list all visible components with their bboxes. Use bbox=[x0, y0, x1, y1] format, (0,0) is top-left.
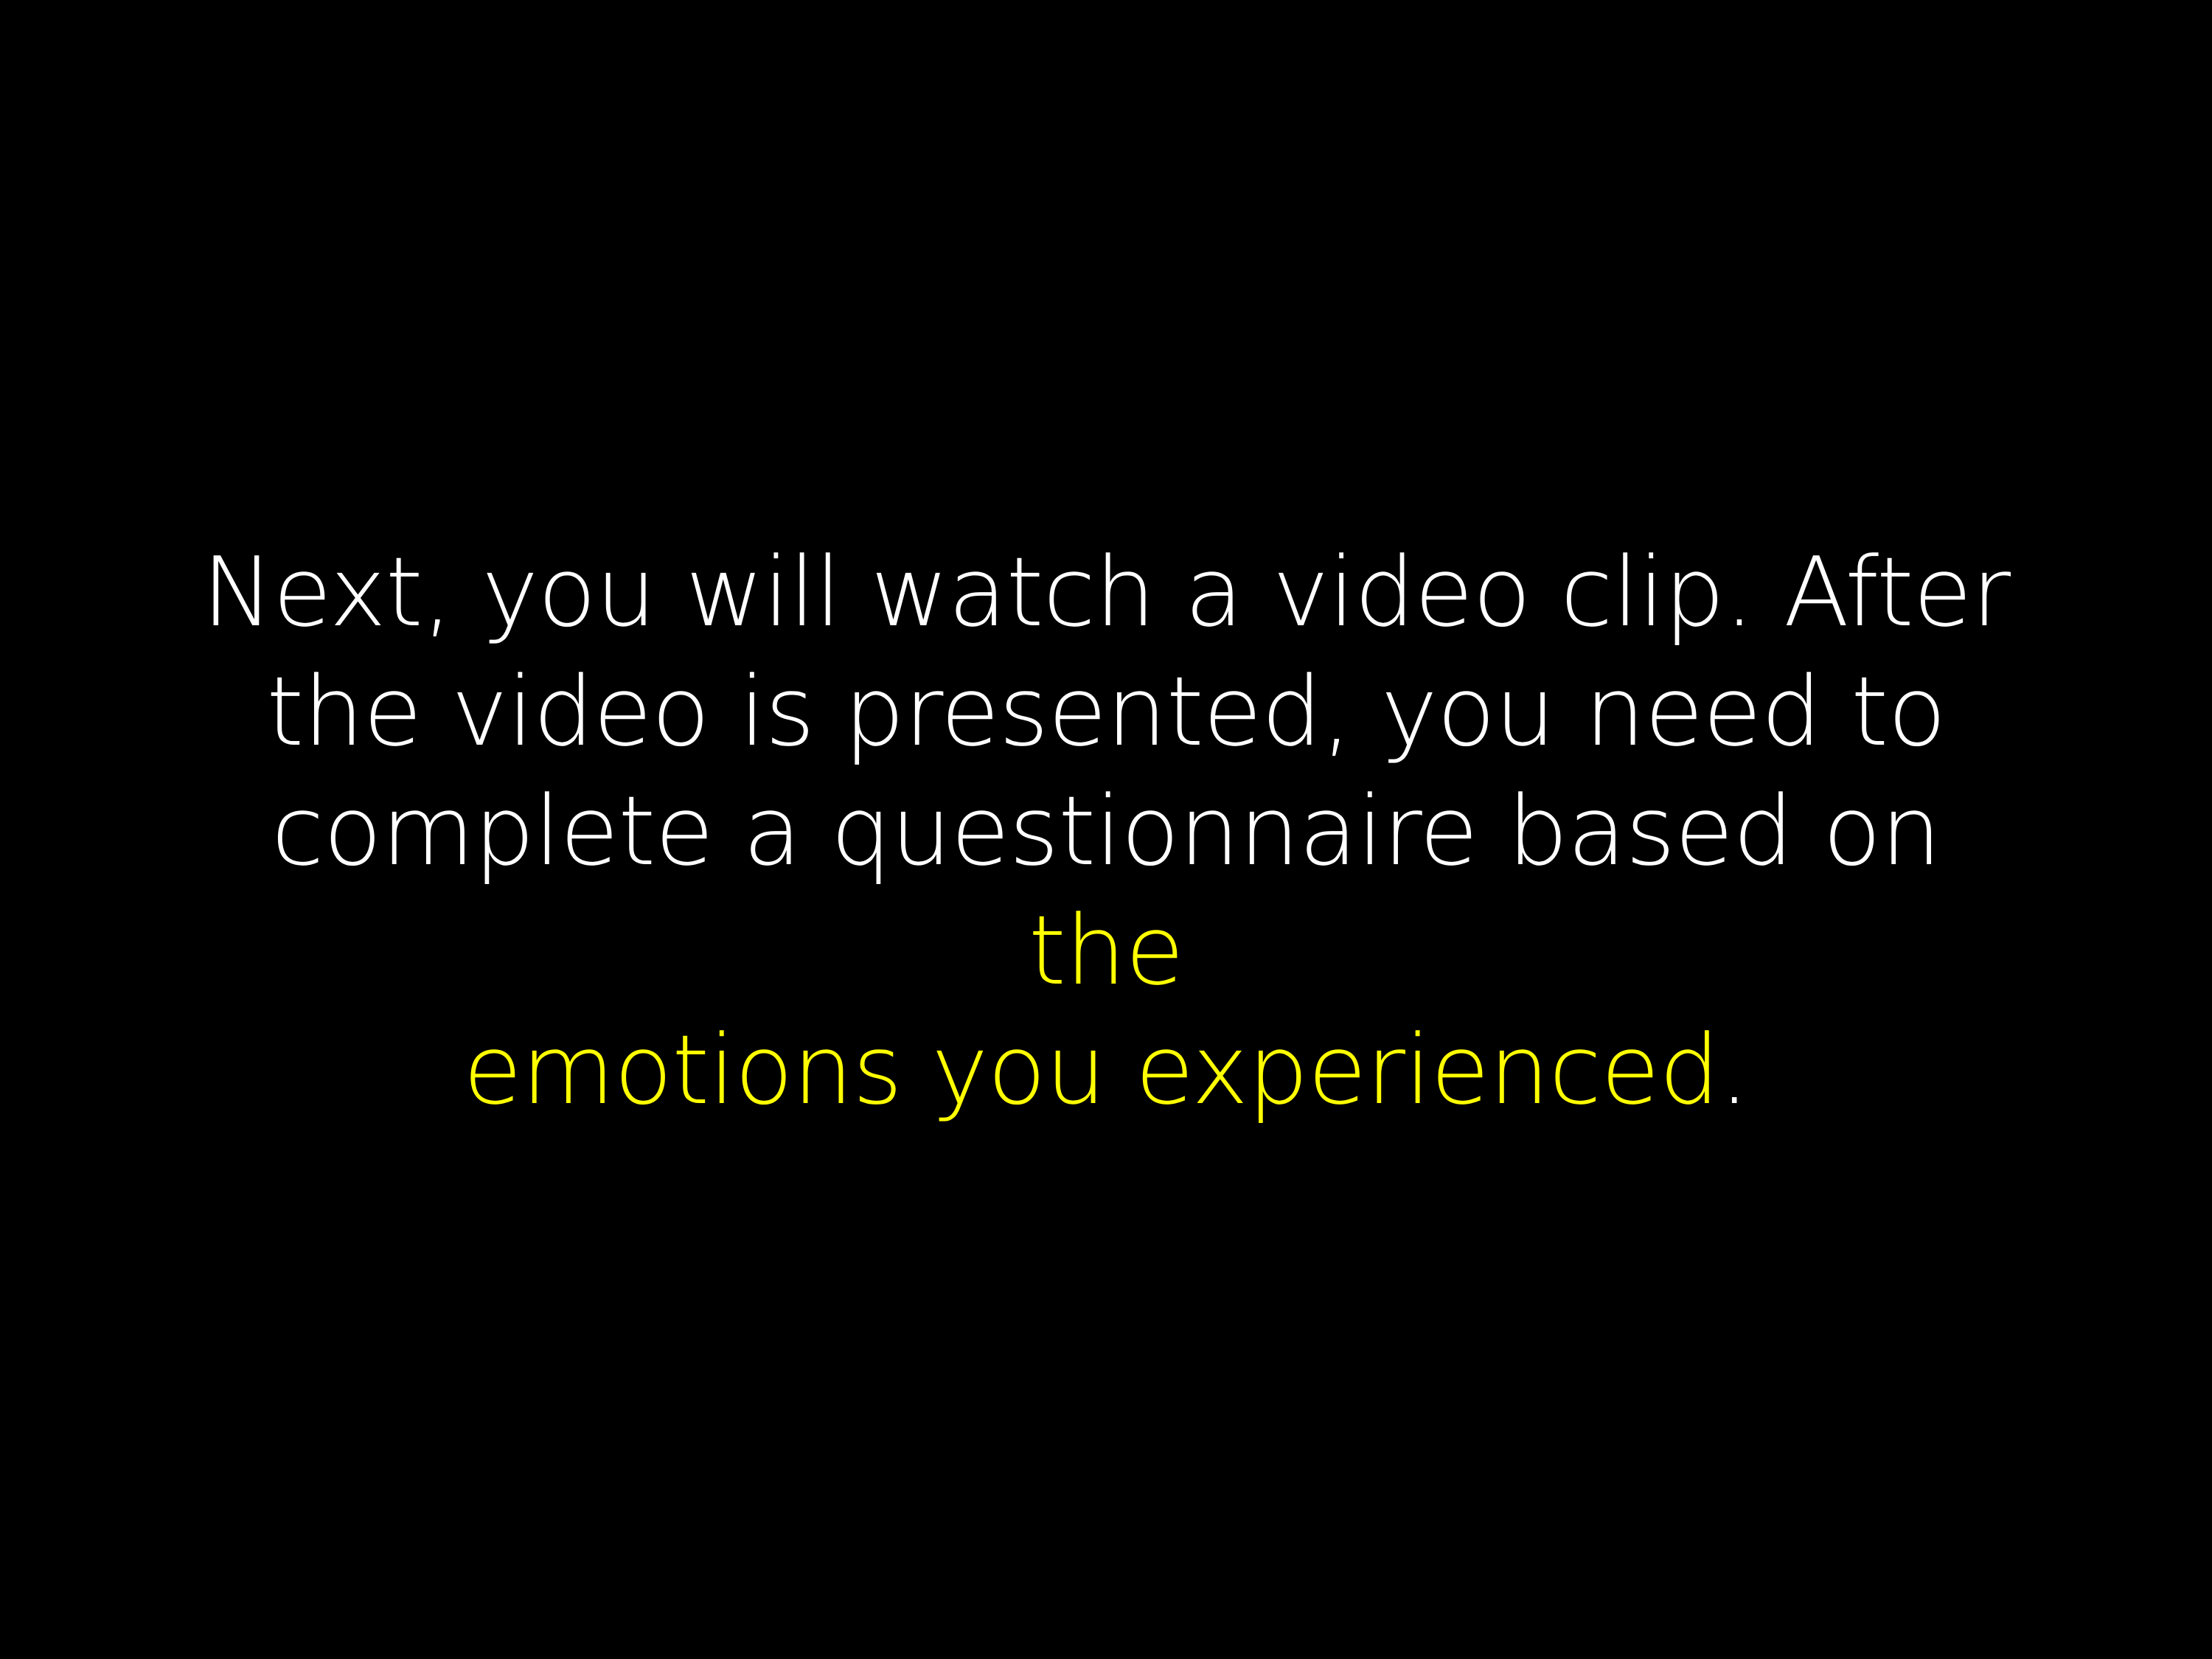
instruction-screen: Next, you will watch a video clip. After… bbox=[0, 0, 2212, 1659]
instruction-period: . bbox=[1719, 1014, 1750, 1126]
instruction-line-3: complete a questionnaire based on bbox=[271, 775, 1941, 887]
instruction-line-2: the video is presented, you need to bbox=[266, 655, 1946, 768]
highlighted-phrase-start: the bbox=[1028, 894, 1184, 1006]
instruction-line-1: Next, you will watch a video clip. After bbox=[201, 536, 2011, 648]
highlighted-phrase-end: emotions you experienced bbox=[463, 1014, 1719, 1126]
instruction-text: Next, you will watch a video clip. After… bbox=[184, 532, 2028, 1130]
